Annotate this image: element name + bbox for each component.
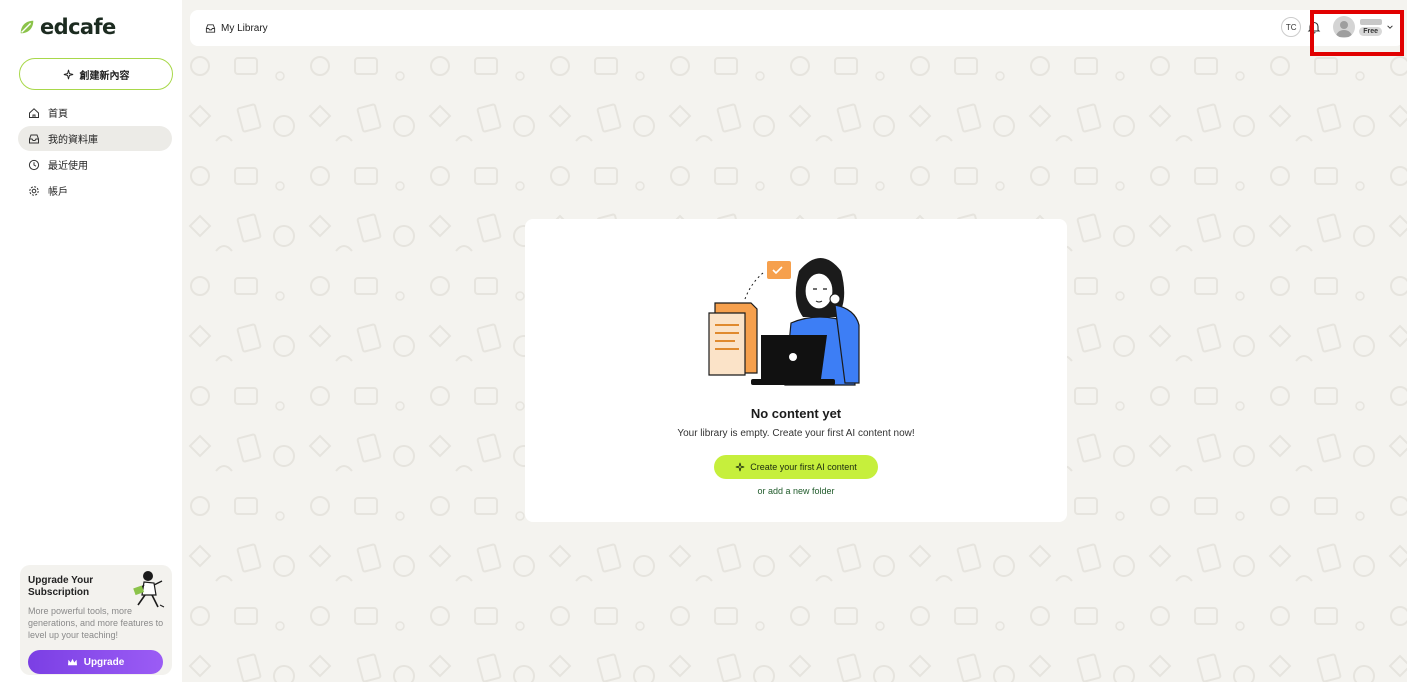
clock-icon — [28, 159, 40, 170]
crown-icon — [67, 658, 77, 665]
profile-menu[interactable]: Free — [1333, 16, 1394, 38]
breadcrumb-label: My Library — [221, 22, 268, 34]
leaf-logo-icon — [20, 20, 34, 34]
sidebar-item-label: 首頁 — [48, 109, 68, 120]
sidebar-item-label: 最近使用 — [48, 161, 88, 172]
plan-badge: Free — [1359, 26, 1382, 36]
sidebar-item-my-library[interactable]: 我的資料庫 — [18, 126, 172, 151]
top-bar: My Library TC Free — [190, 10, 1404, 46]
profile-info: Free — [1359, 18, 1382, 36]
breadcrumb: My Library — [205, 23, 268, 34]
gear-icon — [29, 185, 39, 196]
inbox-icon — [29, 134, 39, 143]
cta-label: Create your first AI content — [750, 462, 857, 472]
upgrade-button[interactable]: Upgrade — [28, 650, 163, 674]
brand-name: edcafe — [40, 15, 116, 39]
sparkle-icon — [63, 69, 73, 79]
top-bar-actions: TC Free — [1281, 16, 1394, 38]
language-switch-button[interactable]: TC — [1281, 17, 1302, 37]
sparkle-icon — [735, 462, 745, 472]
user-icon — [1336, 21, 1353, 37]
create-first-ai-content-button[interactable]: Create your first AI content — [714, 455, 878, 479]
sidebar-item-label: 我的資料庫 — [48, 135, 98, 146]
empty-state-title: No content yet — [750, 406, 842, 421]
user-name-blurred — [1359, 18, 1382, 25]
brand-logo[interactable]: edcafe — [10, 12, 172, 42]
sidebar-item-label: 帳戶 — [48, 187, 68, 198]
bell-icon[interactable] — [1307, 20, 1321, 34]
empty-library-illustration — [708, 258, 860, 386]
upgrade-title: Upgrade Your Subscription — [28, 575, 94, 598]
chevron-down-icon — [1387, 25, 1393, 29]
empty-state-description: Your library is empty. Create your first… — [677, 428, 915, 439]
sidebar-nav: 首頁 我的資料庫 最近使用 帳戶 — [10, 100, 172, 203]
inbox-icon — [205, 23, 216, 33]
home-icon — [29, 107, 39, 118]
create-new-content-label: 創建新內容 — [79, 70, 130, 82]
sidebar: edcafe 創建新內容 首頁 我的資料庫 最近使用 帳戶 Upgrade Yo… — [0, 0, 182, 682]
sidebar-item-account[interactable]: 帳戶 — [18, 178, 172, 203]
avatar — [1333, 16, 1356, 38]
upgrade-button-label: Upgrade — [83, 656, 125, 668]
upgrade-card: Upgrade Your Subscription More powerful … — [20, 565, 172, 675]
create-new-content-button[interactable]: 創建新內容 — [19, 58, 173, 90]
running-teacher-illustration — [133, 571, 165, 608]
empty-state-card: No content yet Your library is empty. Cr… — [525, 219, 1067, 522]
sidebar-item-home[interactable]: 首頁 — [18, 100, 172, 125]
add-new-folder-link[interactable]: or add a new folder — [525, 486, 1067, 496]
sidebar-item-recent[interactable]: 最近使用 — [18, 152, 172, 177]
